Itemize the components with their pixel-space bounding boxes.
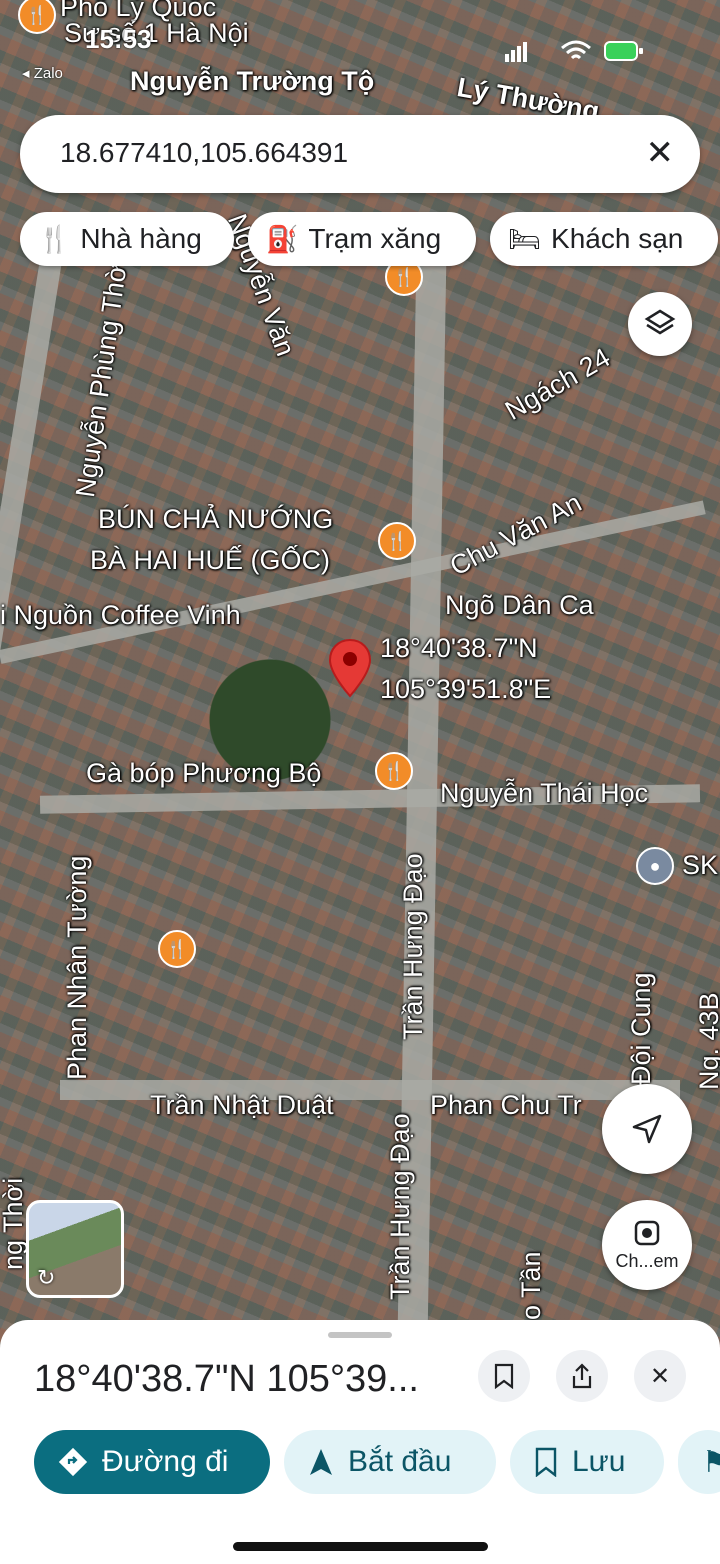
chip-label: Trạm xăng [308,223,442,254]
hotel-icon: 🛏 [508,223,542,254]
map-label-street: Trần Hưng Đạo [385,1113,415,1300]
save-icon-button[interactable] [478,1350,530,1402]
close-sheet-button[interactable]: ✕ [634,1350,686,1402]
signal-icon [505,42,527,62]
close-icon: ✕ [649,1362,671,1390]
map-label-street: Trần Hưng Đạo [398,853,428,1040]
save-button[interactable]: Lưu [510,1430,664,1494]
map-label-street: Phan Nhân Tường [62,855,92,1080]
start-button[interactable]: Bắt đầu [284,1430,496,1494]
back-to-app-link[interactable]: ◂ Zalo [22,64,63,82]
map-label-poi: SK [682,850,719,880]
map-label-poi: Gà bóp Phương Bộ [86,758,322,788]
chip-restaurants[interactable]: 🍴 Nhà hàng [20,212,234,266]
pin-longitude: 105°39'51.8"E [380,674,552,704]
search-bar[interactable]: 18.677410,105.664391 ✕ [20,115,700,193]
street-view-thumbnail[interactable]: ↻ [26,1200,124,1298]
map-label-street: Nguyễn Thái Học [440,778,649,808]
status-bar: 15:53 ◂ Zalo [0,0,720,100]
drag-handle[interactable] [328,1332,392,1338]
place-poi-icon[interactable]: ● [636,847,674,885]
place-title: 18°40'38.7"N 105°39... [34,1358,419,1400]
map-label-street: Đội Cung [626,972,656,1085]
directions-icon [58,1447,88,1477]
gas-station-icon: ⛽ [266,223,299,254]
restaurant-poi-icon[interactable]: 🍴 [158,930,196,968]
chip-gas-stations[interactable]: ⛽ Trạm xăng [248,212,476,266]
flag-icon: ⚑ [702,1445,720,1479]
map-label-street: ng Thời [0,1177,28,1270]
location-pin-icon[interactable] [328,638,372,698]
more-actions-button[interactable]: ⚑ [678,1430,720,1494]
map-label-street: Nguyễn Phùng Thời [70,256,134,500]
chip-label: Nhà hàng [80,223,202,254]
map-label-poi: i Nguồn Coffee Vinh [0,600,241,630]
pin-latitude: 18°40'38.7"N [380,633,538,663]
restaurant-poi-icon[interactable]: 🍴 [375,752,413,790]
my-location-button[interactable] [602,1084,692,1174]
share-icon [572,1363,592,1389]
search-input[interactable]: 18.677410,105.664391 [60,137,348,169]
bookmark-icon [494,1363,514,1389]
navigation-arrow-icon [632,1114,662,1144]
bookmark-icon [535,1447,557,1477]
layers-button[interactable] [628,292,692,356]
home-indicator[interactable] [233,1542,488,1551]
map-label-street: Ngách 24 [500,342,616,426]
restaurant-poi-icon[interactable]: 🍴 [378,522,416,560]
camera-search-icon [634,1220,660,1245]
lens-label: Ch...em [615,1250,679,1271]
directions-label: Đường đi [102,1445,229,1478]
layers-icon [644,309,676,335]
save-label: Lưu [572,1445,626,1478]
map-label-street: o Tần [516,1251,546,1320]
chip-hotels[interactable]: 🛏 Khách sạn [490,212,718,266]
map-label-street: Ngõ Dân Ca [445,590,594,620]
share-button[interactable] [556,1350,608,1402]
start-label: Bắt đầu [348,1445,452,1478]
status-time: 15:53 [85,24,152,54]
map-label-street: Phan Chu Tr [430,1090,582,1120]
map-label-poi: BÚN CHẢ NƯỚNG [98,504,334,534]
wifi-icon [561,40,591,60]
close-icon[interactable]: ✕ [646,133,675,173]
map-label-poi: BÀ HAI HUẾ (GỐC) [90,545,331,575]
lens-button[interactable]: Ch...em [602,1200,692,1290]
map-label-street: Ng. 43B [694,992,720,1090]
navigate-icon [310,1449,332,1475]
chip-label: Khách sạn [551,223,684,254]
place-bottom-sheet: 18°40'38.7"N 105°39... ✕ Đường đi Bắt đầ… [0,1320,720,1564]
restaurant-icon: 🍴 [38,223,71,254]
street-view-icon: ↻ [37,1265,56,1290]
battery-charging-icon [604,41,643,61]
map-label-street: Trần Nhật Duật [150,1090,334,1120]
directions-button[interactable]: Đường đi [34,1430,270,1494]
